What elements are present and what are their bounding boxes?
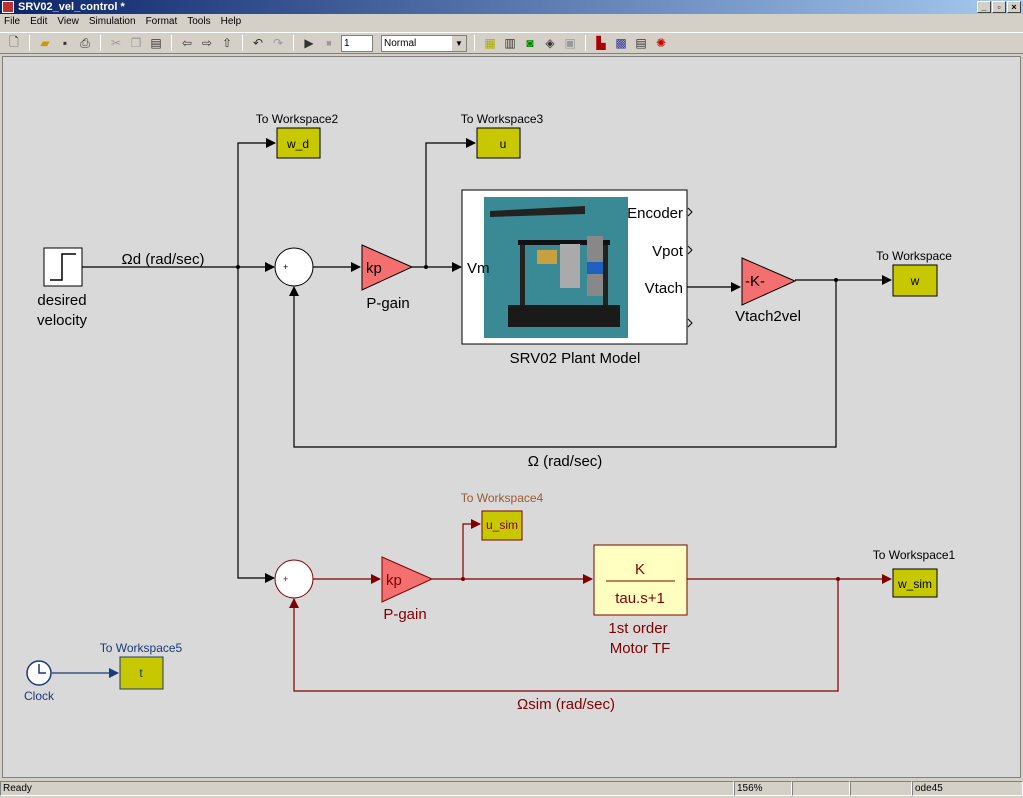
sum-minus-sign: _ bbox=[290, 588, 297, 599]
workspace-title: To Workspace1 bbox=[873, 548, 956, 562]
plant-output-encoder: Encoder bbox=[627, 205, 683, 222]
feedback-signal-label: Ω (rad/sec) bbox=[528, 453, 603, 470]
block-diagram: desired velocity Ωd (rad/sec) + _ + _ kp… bbox=[24, 112, 956, 713]
status-text: Ready bbox=[0, 781, 734, 796]
sum-block-2[interactable]: + _ bbox=[274, 559, 314, 599]
status-pane-1 bbox=[792, 781, 850, 796]
step-block[interactable] bbox=[43, 247, 83, 287]
tf-label-2: Motor TF bbox=[610, 640, 671, 657]
workspace-title: To Workspace5 bbox=[100, 641, 183, 655]
gain-label: P-gain bbox=[366, 295, 409, 312]
clock-block[interactable] bbox=[26, 660, 52, 686]
workspace-title: To Workspace4 bbox=[461, 491, 544, 505]
gain-block-p-gain-sim[interactable]: kp bbox=[381, 556, 434, 603]
plant-model-block[interactable]: Vm Encoder Vpot Vtach bbox=[461, 189, 693, 345]
plant-label: SRV02 Plant Model bbox=[510, 350, 641, 367]
workspace-var: u bbox=[500, 137, 507, 151]
solver-name: ode45 bbox=[912, 781, 1023, 796]
gain-label: Vtach2vel bbox=[735, 308, 801, 325]
clock-label: Clock bbox=[24, 689, 55, 703]
workspace-title: To Workspace bbox=[876, 249, 952, 263]
step-label-2: velocity bbox=[37, 312, 88, 329]
sim-feedback-signal-label: Ωsim (rad/sec) bbox=[517, 696, 615, 713]
sum-plus-sign: + bbox=[283, 262, 288, 272]
sum-minus-sign: _ bbox=[290, 276, 297, 287]
plant-output-vtach: Vtach bbox=[645, 280, 683, 297]
to-workspace5-block[interactable]: t bbox=[119, 656, 164, 690]
workspace-var: w_sim bbox=[897, 577, 932, 591]
gain-value: kp bbox=[386, 572, 402, 589]
status-bar: Ready 156% ode45 bbox=[0, 780, 1023, 798]
gain-label: P-gain bbox=[383, 606, 426, 623]
tf-label-1: 1st order bbox=[608, 620, 667, 637]
workspace-var: w bbox=[910, 274, 920, 288]
to-workspace3-block[interactable]: u bbox=[476, 127, 521, 159]
gain-value: kp bbox=[366, 260, 382, 277]
gain-block-vtach2vel[interactable]: -K- bbox=[741, 257, 797, 306]
to-workspace2-block[interactable]: w_d bbox=[276, 127, 321, 159]
tf-denominator: tau.s+1 bbox=[615, 590, 665, 607]
plant-input-vm: Vm bbox=[467, 260, 490, 277]
workspace-var: u_sim bbox=[486, 518, 518, 532]
transfer-function-block[interactable]: K tau.s+1 bbox=[593, 544, 688, 616]
workspace-title: To Workspace2 bbox=[256, 112, 339, 126]
ref-signal-label: Ωd (rad/sec) bbox=[122, 251, 205, 268]
to-workspace1-block[interactable]: w_sim bbox=[892, 568, 938, 598]
to-workspace4-block[interactable]: u_sim bbox=[481, 510, 523, 541]
workspace-var: w_d bbox=[286, 137, 309, 151]
status-pane-2 bbox=[850, 781, 912, 796]
workspace-title: To Workspace3 bbox=[461, 112, 544, 126]
tf-numerator: K bbox=[635, 561, 645, 578]
gain-value: -K- bbox=[745, 273, 765, 290]
step-label-1: desired bbox=[37, 292, 86, 309]
plant-photo bbox=[484, 197, 628, 338]
sum-plus-sign: + bbox=[283, 574, 288, 584]
plant-output-vpot: Vpot bbox=[652, 243, 684, 260]
zoom-level: 156% bbox=[734, 781, 792, 796]
to-workspace-block[interactable]: w bbox=[892, 264, 938, 297]
sum-block-1[interactable]: + _ bbox=[274, 247, 314, 287]
gain-block-p-gain[interactable]: kp bbox=[361, 244, 414, 291]
